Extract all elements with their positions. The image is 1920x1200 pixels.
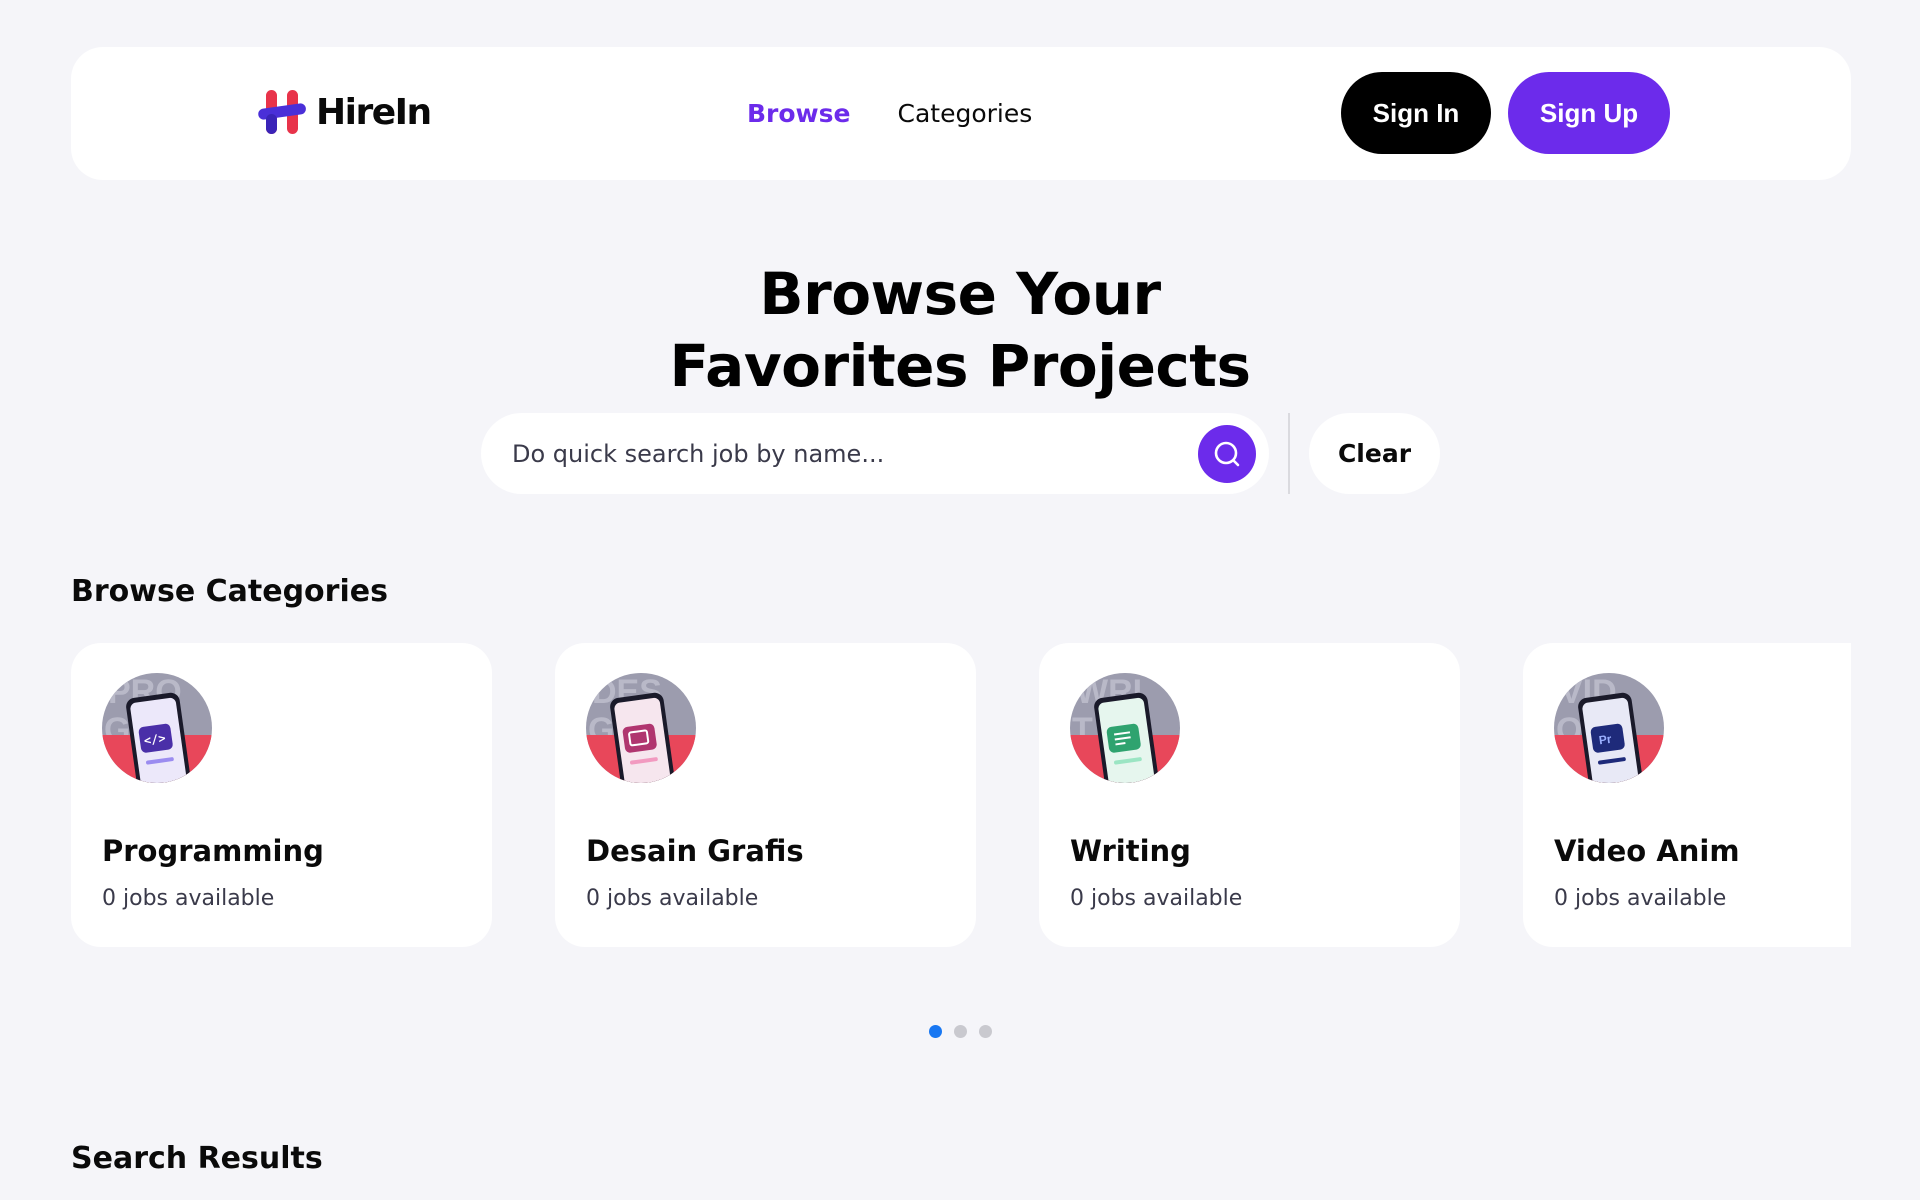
categories-track: PRO G </> Programming 0 jobs available D… [71,643,1851,947]
category-card-programming[interactable]: PRO G </> Programming 0 jobs available [71,643,492,947]
search-box [481,413,1269,494]
category-card-desain-grafis[interactable]: DES G Desain Grafis 0 jobs available [555,643,976,947]
search-results-heading: Search Results [71,1141,323,1176]
category-card-writing[interactable]: WRI T Writing 0 jobs available [1039,643,1460,947]
search-divider [1288,413,1290,494]
carousel-pagination [929,1025,992,1038]
page-title: Browse Your Favorites Projects [0,258,1920,402]
clear-button[interactable]: Clear [1309,413,1440,494]
page-title-line-2: Favorites Projects [669,332,1251,400]
search-button[interactable] [1198,425,1256,483]
brand-logo[interactable]: HireIn [256,88,432,136]
sign-in-button[interactable]: Sign In [1341,72,1491,154]
search-input[interactable] [512,413,1162,494]
main-nav: Browse Categories [747,47,1032,180]
svg-text:</>: </> [143,731,166,748]
browse-categories-heading: Browse Categories [71,574,388,609]
programming-thumbnail: PRO G </> [102,673,212,783]
brand-name: HireIn [316,91,432,133]
category-job-count: 0 jobs available [1070,886,1243,911]
carousel-dot-1[interactable] [929,1025,942,1038]
carousel-dot-3[interactable] [979,1025,992,1038]
category-card-video-anim[interactable]: VID O Pr Video Anim 0 jobs available [1523,643,1851,947]
category-name: Writing [1070,834,1191,868]
video-thumbnail: VID O Pr [1554,673,1664,783]
writing-thumbnail: WRI T [1070,673,1180,783]
navbar: HireIn Browse Categories Sign In Sign Up [71,47,1851,180]
category-name: Video Anim [1554,834,1740,868]
svg-text:Pr: Pr [1598,732,1613,748]
page-title-line-1: Browse Your [759,260,1161,328]
hirein-logo-icon [258,90,306,134]
search-icon [1214,441,1240,467]
nav-link-browse[interactable]: Browse [747,99,851,128]
design-thumbnail: DES G [586,673,696,783]
category-name: Programming [102,834,324,868]
carousel-dot-2[interactable] [954,1025,967,1038]
sign-up-button[interactable]: Sign Up [1508,72,1670,154]
category-job-count: 0 jobs available [586,886,759,911]
nav-link-categories[interactable]: Categories [898,99,1033,128]
categories-carousel[interactable]: PRO G </> Programming 0 jobs available D… [71,643,1851,947]
category-name: Desain Grafis [586,834,804,868]
category-job-count: 0 jobs available [1554,886,1727,911]
category-job-count: 0 jobs available [102,886,275,911]
